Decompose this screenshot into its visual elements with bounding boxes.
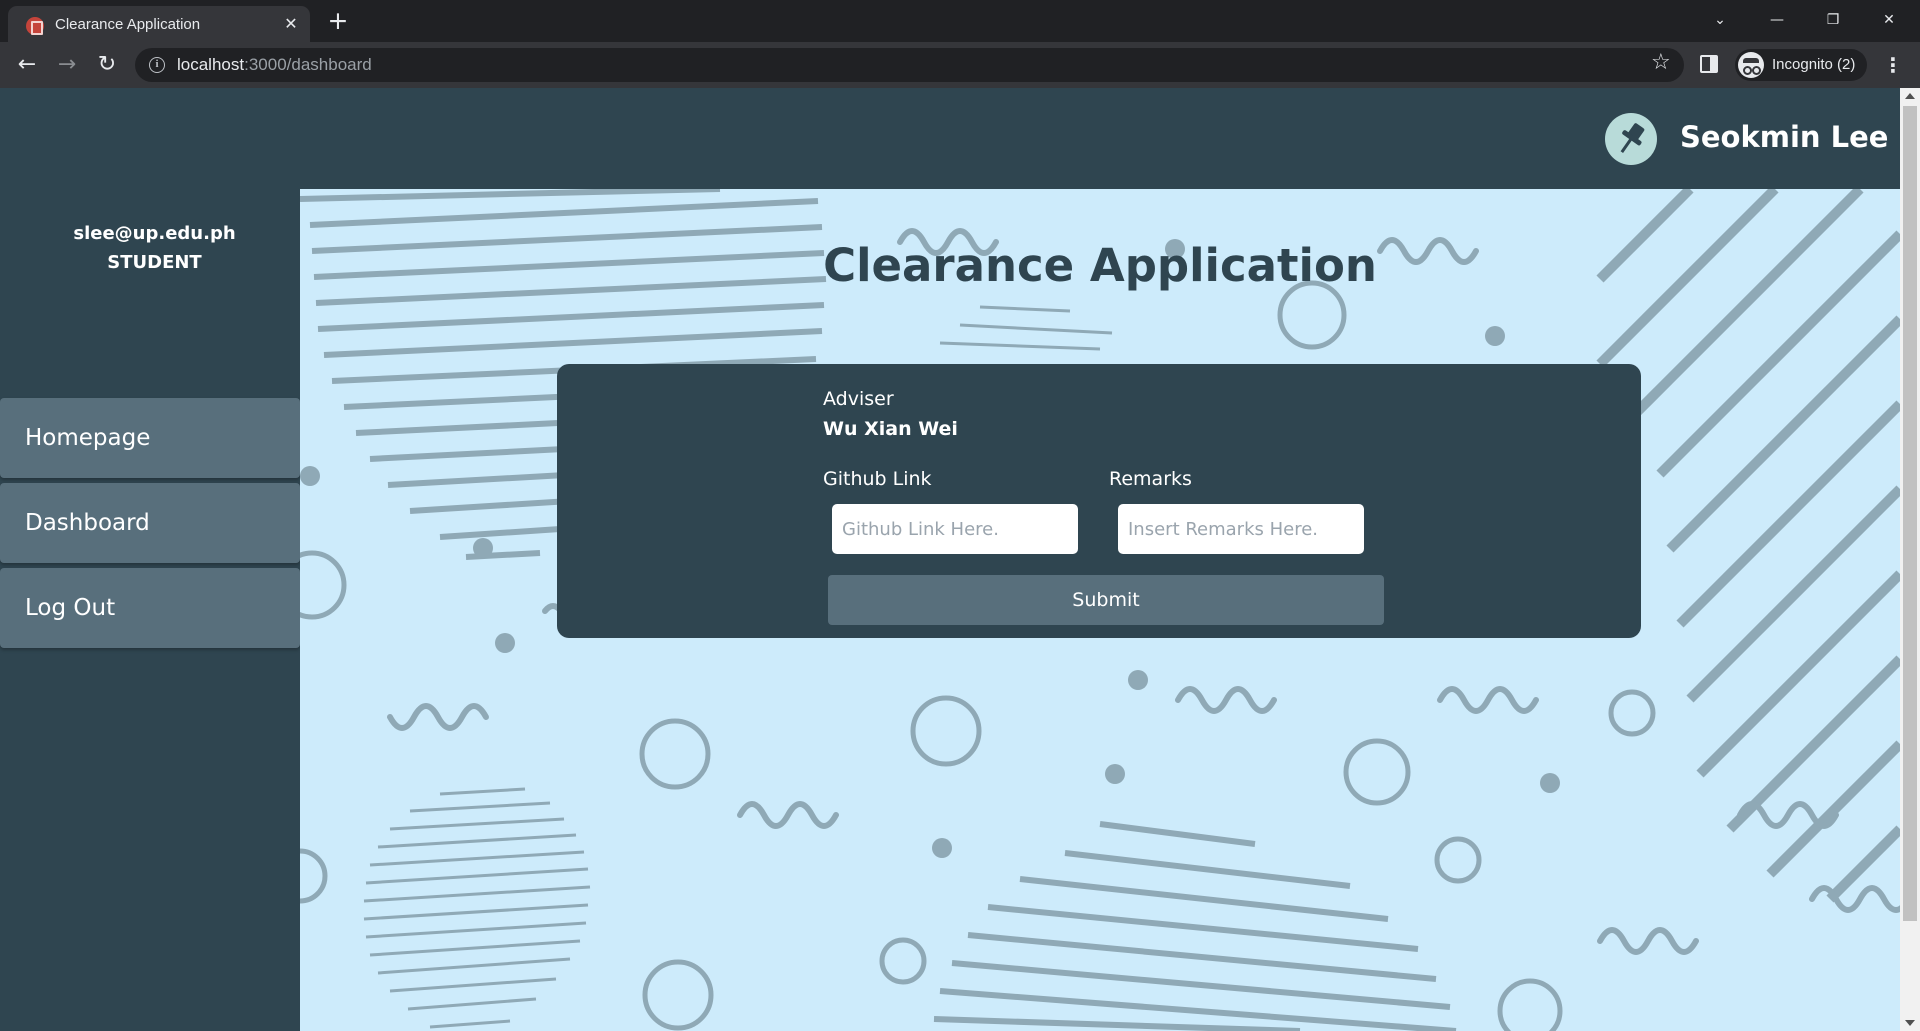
browser-toolbar: ← → ↻ i localhost:3000/dashboard ☆ Incog… (0, 42, 1920, 88)
adviser-label: Adviser (823, 388, 894, 410)
reload-button[interactable]: ↻ (92, 51, 122, 81)
app-favicon-icon (26, 17, 44, 35)
forward-button[interactable]: → (52, 51, 82, 81)
incognito-label: Incognito (2) (1772, 56, 1856, 73)
back-button[interactable]: ← (12, 51, 42, 81)
sidebar-item-homepage[interactable]: Homepage (0, 398, 300, 478)
tab-close-icon[interactable]: ✕ (280, 13, 302, 35)
browser-tab[interactable]: Clearance Application ✕ (8, 6, 310, 42)
restore-button[interactable]: ❐ (1810, 6, 1856, 34)
app-header: Seokmin Lee (0, 88, 1900, 189)
address-bar[interactable]: i localhost:3000/dashboard ☆ (135, 48, 1684, 82)
minimize-button[interactable]: — (1754, 6, 1800, 34)
url-path: :3000/dashboard (244, 55, 372, 74)
bookmark-star-icon[interactable]: ☆ (1651, 50, 1671, 75)
pushpin-logo-icon (1605, 113, 1657, 165)
browser-tabstrip: Clearance Application ✕ + ⌄ — ❐ ✕ (0, 0, 1920, 42)
clearance-form: Adviser Wu Xian Wei Github Link Remarks … (557, 364, 1641, 638)
user-email: slee@up.edu.ph (73, 223, 236, 244)
scroll-up-icon[interactable] (1905, 93, 1915, 99)
main-content: Clearance Application Adviser Wu Xian We… (300, 189, 1900, 1031)
tab-search-icon[interactable]: ⌄ (1697, 6, 1743, 34)
scroll-thumb[interactable] (1903, 106, 1917, 921)
site-info-icon[interactable]: i (149, 57, 165, 73)
scroll-down-icon[interactable] (1905, 1020, 1915, 1026)
sidebar-item-logout[interactable]: Log Out (0, 568, 300, 648)
user-role: STUDENT (107, 252, 202, 273)
remarks-label: Remarks (1109, 468, 1192, 490)
page-scrollbar[interactable] (1900, 88, 1920, 1031)
submit-button[interactable]: Submit (828, 575, 1384, 625)
url-host: localhost (177, 55, 245, 74)
adviser-name: Wu Xian Wei (823, 418, 958, 440)
browser-menu-icon[interactable]: ⋮ (1883, 51, 1903, 79)
new-tab-button[interactable]: + (324, 8, 352, 36)
sidebar-item-dashboard[interactable]: Dashboard (0, 483, 300, 563)
side-panel-icon[interactable] (1700, 55, 1718, 73)
remarks-input[interactable] (1118, 504, 1364, 554)
user-name: Seokmin Lee (1680, 120, 1889, 154)
github-link-label: Github Link (823, 468, 932, 490)
close-window-button[interactable]: ✕ (1866, 6, 1912, 34)
page-viewport: Seokmin Lee slee@up.edu.ph STUDENT Homep… (0, 88, 1920, 1031)
incognito-icon (1738, 52, 1764, 78)
tab-title: Clearance Application (55, 16, 201, 33)
github-link-input[interactable] (832, 504, 1078, 554)
url-text: localhost:3000/dashboard (177, 55, 372, 75)
page-title: Clearance Application (823, 239, 1377, 292)
incognito-badge[interactable]: Incognito (2) (1735, 49, 1867, 81)
sidebar: slee@up.edu.ph STUDENT Homepage Dashboar… (0, 189, 300, 1031)
